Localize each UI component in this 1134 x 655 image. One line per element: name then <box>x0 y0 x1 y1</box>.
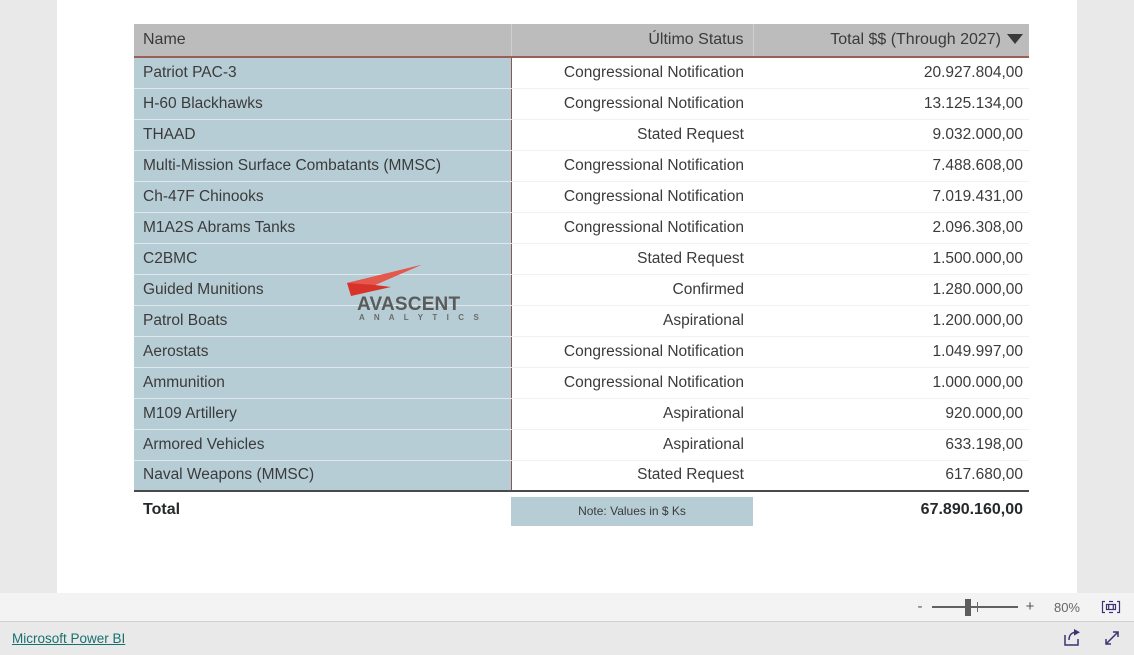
total-label: Total <box>134 490 511 528</box>
cell-total[interactable]: 1.500.000,00 <box>753 243 1029 275</box>
cell-total[interactable]: 633.198,00 <box>753 429 1029 461</box>
cell-total[interactable]: 13.125.134,00 <box>753 88 1029 120</box>
cell-status[interactable]: Congressional Notification <box>511 57 753 89</box>
zoom-in-button[interactable]: + <box>1022 596 1038 618</box>
table-row[interactable]: Multi-Mission Surface Combatants (MMSC) C… <box>134 150 1029 182</box>
fullscreen-icon[interactable] <box>1102 628 1122 648</box>
cell-status[interactable]: Congressional Notification <box>511 367 753 399</box>
table-row[interactable]: H-60 Blackhawks Congressional Notificatio… <box>134 88 1029 120</box>
zoom-out-button[interactable]: - <box>912 596 928 618</box>
cell-status[interactable]: Congressional Notification <box>511 150 753 182</box>
cell-total[interactable]: 1.280.000,00 <box>753 274 1029 306</box>
table-body: Patriot PAC-3 Congressional Notification 2… <box>134 57 1029 528</box>
data-table[interactable]: Name Último Status Total $$ (Through 202… <box>134 24 1029 528</box>
cell-name[interactable]: C2BMC <box>134 243 512 275</box>
cell-name[interactable]: H-60 Blackhawks <box>134 88 512 120</box>
cell-status[interactable]: Stated Request <box>511 119 753 151</box>
zoom-slider-track[interactable] <box>932 606 1018 608</box>
table-row[interactable]: Ch-47F Chinooks Congressional Notificatio… <box>134 181 1029 213</box>
cell-total[interactable]: 920.000,00 <box>753 398 1029 430</box>
table-row[interactable]: C2BMC Stated Request 1.500.000,00 <box>134 243 1029 275</box>
cell-name[interactable]: Ch-47F Chinooks <box>134 181 512 213</box>
cell-total[interactable]: 9.032.000,00 <box>753 119 1029 151</box>
cell-name[interactable]: Aerostats <box>134 336 512 368</box>
total-note-cell: Note: Values in $ Ks <box>511 490 753 528</box>
zoom-status-bar: - + 80% <box>0 593 1134 622</box>
zoom-slider[interactable] <box>932 596 1018 618</box>
share-icon[interactable] <box>1062 628 1082 648</box>
table-row[interactable]: Patrol Boats Aspirational 1.200.000,00 <box>134 305 1029 337</box>
cell-name[interactable]: Multi-Mission Surface Combatants (MMSC) <box>134 150 512 182</box>
zoom-level-label: 80% <box>1053 599 1080 615</box>
cell-name[interactable]: Patriot PAC-3 <box>134 57 512 89</box>
cell-status[interactable]: Congressional Notification <box>511 181 753 213</box>
cell-total[interactable]: 1.000.000,00 <box>753 367 1029 399</box>
cell-total[interactable]: 7.488.608,00 <box>753 150 1029 182</box>
table-row[interactable]: Patriot PAC-3 Congressional Notification 2… <box>134 57 1029 89</box>
cell-total[interactable]: 1.200.000,00 <box>753 305 1029 337</box>
column-header-status[interactable]: Último Status <box>510 24 753 58</box>
caret-down-icon <box>1007 33 1023 44</box>
zoom-slider-handle[interactable] <box>965 599 971 616</box>
cell-status[interactable]: Confirmed <box>511 274 753 306</box>
table-header: Name Último Status Total $$ (Through 202… <box>134 24 1029 58</box>
header-row: Name Último Status Total $$ (Through 202… <box>134 24 1029 58</box>
cell-status[interactable]: Congressional Notification <box>511 336 753 368</box>
column-header-status-label: Último Status <box>648 31 744 48</box>
cell-status[interactable]: Congressional Notification <box>511 212 753 244</box>
table-row[interactable]: Armored Vehicles Aspirational 633.198,00 <box>134 429 1029 461</box>
table-row[interactable]: Naval Weapons (MMSC) Stated Request 617.68… <box>134 460 1029 492</box>
cell-name[interactable]: Patrol Boats <box>134 305 512 337</box>
cell-name[interactable]: Guided Munitions <box>134 274 512 306</box>
column-header-total[interactable]: Total $$ (Through 2027) <box>752 24 1029 58</box>
cell-name[interactable]: M109 Artillery <box>134 398 512 430</box>
column-header-total-label: Total $$ (Through 2027) <box>830 31 1001 48</box>
cell-status[interactable]: Aspirational <box>511 305 753 337</box>
zoom-slider-tick <box>977 602 978 612</box>
total-value: 67.890.160,00 <box>753 490 1029 528</box>
cell-total[interactable]: 617.680,00 <box>753 460 1029 492</box>
table-row[interactable]: M1A2S Abrams Tanks Congressional Notifica… <box>134 212 1029 244</box>
table-row[interactable]: Aerostats Congressional Notification 1.049… <box>134 336 1029 368</box>
cell-status[interactable]: Stated Request <box>511 243 753 275</box>
cell-status[interactable]: Aspirational <box>511 398 753 430</box>
values-note-badge: Note: Values in $ Ks <box>511 496 753 526</box>
cell-name[interactable]: Ammunition <box>134 367 512 399</box>
cell-total[interactable]: 20.927.804,00 <box>753 57 1029 89</box>
cell-total[interactable]: 2.096.308,00 <box>753 212 1029 244</box>
zoom-controls[interactable]: - + 80% <box>912 593 1122 621</box>
microsoft-power-bi-link[interactable]: Microsoft Power BI <box>12 631 125 646</box>
table-row[interactable]: Ammunition Congressional Notification 1.00… <box>134 367 1029 399</box>
cell-name[interactable]: M1A2S Abrams Tanks <box>134 212 512 244</box>
footer-bar: Microsoft Power BI <box>0 622 1134 655</box>
table-visual[interactable]: Name Último Status Total $$ (Through 202… <box>134 24 1029 528</box>
fit-to-page-icon[interactable] <box>1100 598 1122 616</box>
table-row[interactable]: Guided Munitions Confirmed 1.280.000,00 <box>134 274 1029 306</box>
footer-actions[interactable] <box>1062 628 1122 648</box>
table-row[interactable]: THAAD Stated Request 9.032.000,00 <box>134 119 1029 151</box>
cell-total[interactable]: 7.019.431,00 <box>753 181 1029 213</box>
cell-status[interactable]: Stated Request <box>511 460 753 492</box>
table-total-row: Total Note: Values in $ Ks 67.890.160,00 <box>134 490 1029 528</box>
column-header-name[interactable]: Name <box>134 24 511 58</box>
report-canvas: Name Último Status Total $$ (Through 202… <box>57 0 1077 593</box>
cell-name[interactable]: Naval Weapons (MMSC) <box>134 460 512 492</box>
table-row[interactable]: M109 Artillery Aspirational 920.000,00 <box>134 398 1029 430</box>
cell-status[interactable]: Aspirational <box>511 429 753 461</box>
cell-name[interactable]: THAAD <box>134 119 512 151</box>
column-header-name-label: Name <box>143 31 186 48</box>
cell-name[interactable]: Armored Vehicles <box>134 429 512 461</box>
cell-status[interactable]: Congressional Notification <box>511 88 753 120</box>
cell-total[interactable]: 1.049.997,00 <box>753 336 1029 368</box>
